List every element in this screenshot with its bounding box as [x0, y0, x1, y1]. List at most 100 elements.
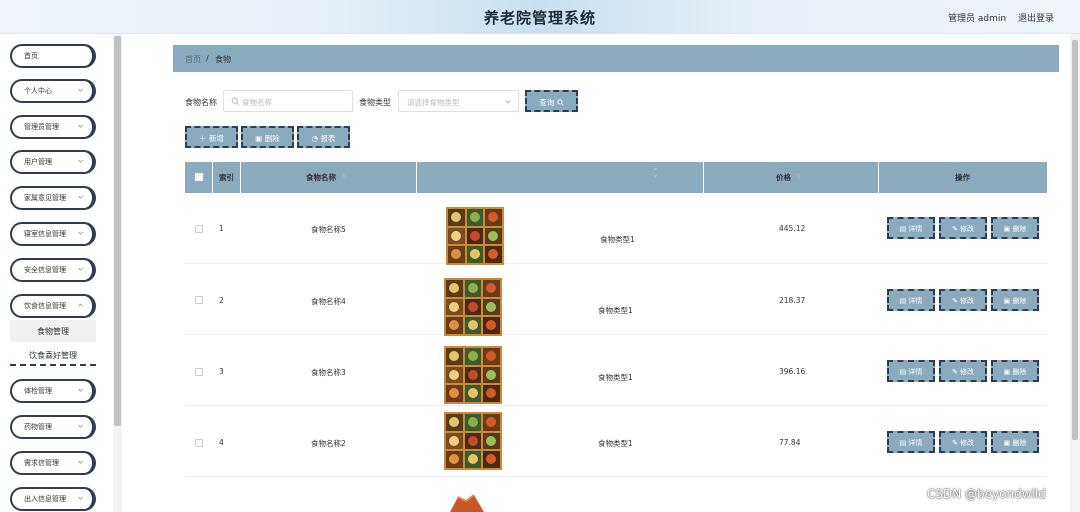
cell-food-type: 食物类型1 [598, 373, 633, 382]
breadcrumb-separator: / [206, 54, 209, 63]
edit-button-label: 修改 [960, 225, 975, 233]
search-icon [231, 97, 240, 106]
detail-button[interactable]: ▤ 详情 [887, 431, 935, 453]
column-divider [416, 162, 417, 193]
sort-icon[interactable]: ⇅ [796, 173, 801, 180]
sidebar-item-home[interactable]: 首页 [10, 44, 96, 68]
cell-food-type: 食物类型1 [600, 235, 635, 244]
cell-price: 218.37 [779, 296, 806, 305]
trash-icon: ▣ [1003, 368, 1011, 376]
sidebar-subitem-diet-preference[interactable]: 饮食喜好管理 [10, 344, 96, 366]
detail-button-label: 详情 [908, 439, 923, 447]
column-divider [878, 162, 879, 193]
add-button[interactable]: ＋ 新增 [185, 126, 238, 148]
row-delete-button-label: 删除 [1012, 439, 1027, 447]
food-name-placeholder: 食物名称 [242, 98, 272, 107]
sidebar-item-medicine[interactable]: 药物管理 [10, 415, 96, 439]
sidebar-subitem-food[interactable]: 食物管理 [10, 320, 96, 342]
page-scrollbar-thumb[interactable] [1072, 40, 1078, 440]
row-checkbox[interactable] [195, 225, 203, 233]
row-checkbox[interactable] [195, 296, 203, 304]
sidebar-item-diet[interactable]: 饮食信息管理 [10, 294, 96, 318]
breadcrumb-home[interactable]: 首页 [185, 54, 201, 65]
chevron-down-icon [78, 496, 83, 500]
table-row[interactable] [185, 477, 1047, 512]
food-image [444, 412, 502, 470]
table-row[interactable]: 1 食物名称5 食物类型1 445.12 ▤ 详情 ✎ 修改 ▣ 删除 [185, 193, 1047, 264]
chevron-down-icon [78, 88, 83, 92]
food-image [450, 494, 484, 512]
plus-icon: ＋ [199, 134, 207, 143]
chevron-down-icon [78, 231, 83, 235]
cell-food-type: 食物类型1 [598, 439, 633, 448]
chevron-down-icon [78, 267, 83, 271]
top-bar: 养老院管理系统 管理员 admin 退出登录 [0, 0, 1080, 34]
trash-icon: ▣ [1003, 225, 1011, 233]
food-type-select[interactable]: 请选择食物类型 [398, 90, 519, 112]
sidebar-item-label: 安全信息管理 [24, 266, 66, 274]
row-delete-button[interactable]: ▣ 删除 [991, 289, 1039, 311]
sidebar-item-checkup[interactable]: 体检管理 [10, 379, 96, 403]
report-button[interactable]: ◔ 报表 [297, 126, 350, 148]
sidebar-item-label: 用户管理 [24, 158, 52, 166]
select-all-checkbox[interactable] [195, 173, 203, 181]
row-checkbox[interactable] [195, 368, 203, 376]
sidebar-item-users[interactable]: 用户管理 [10, 150, 96, 174]
sidebar-item-label: 体检管理 [24, 387, 52, 395]
header-index: 索引 [219, 173, 234, 182]
sidebar-scrollbar-thumb[interactable] [114, 36, 121, 426]
sidebar-item-admin[interactable]: 管理员管理 [10, 115, 96, 139]
cell-food-name: 食物名称4 [311, 297, 346, 306]
edit-icon: ✎ [951, 297, 958, 305]
row-checkbox[interactable] [195, 439, 203, 447]
edit-button-label: 修改 [960, 297, 975, 305]
sidebar-item-label: 饮食信息管理 [24, 302, 66, 310]
sidebar-item-dorm[interactable]: 寝室信息管理 [10, 222, 96, 246]
cell-price: 445.12 [779, 224, 806, 233]
sidebar-item-family-feedback[interactable]: 家属意见管理 [10, 186, 96, 210]
query-button[interactable]: 查询 [525, 90, 578, 112]
food-image [444, 278, 502, 336]
food-type-label: 食物类型 [359, 98, 391, 107]
detail-button-label: 详情 [908, 225, 923, 233]
detail-button[interactable]: ▤ 详情 [887, 360, 935, 382]
chevron-down-icon [78, 195, 83, 199]
sidebar-item-entry-exit[interactable]: 出入信息管理 [10, 487, 96, 511]
sidebar-item-label: 出入信息管理 [24, 495, 66, 503]
sidebar-item-profile[interactable]: 个人中心 [10, 79, 96, 103]
row-delete-button[interactable]: ▣ 删除 [991, 431, 1039, 453]
sort-icon[interactable]: ⇅ [342, 173, 347, 180]
row-delete-button-label: 删除 [1012, 297, 1027, 305]
edit-button[interactable]: ✎ 修改 [939, 431, 987, 453]
edit-button[interactable]: ✎ 修改 [939, 217, 987, 239]
detail-button[interactable]: ▤ 详情 [887, 217, 935, 239]
cell-food-name: 食物名称5 [311, 225, 346, 234]
logout-link[interactable]: 退出登录 [1018, 11, 1054, 24]
row-delete-button[interactable]: ▣ 删除 [991, 360, 1039, 382]
food-name-input[interactable]: 食物名称 [223, 90, 353, 112]
food-name-label: 食物名称 [185, 98, 217, 107]
cell-food-type: 食物类型1 [598, 306, 633, 315]
delete-button-label: 删除 [264, 134, 280, 143]
delete-button[interactable]: ▣ 删除 [241, 126, 294, 148]
sidebar-item-requirement[interactable]: 需求信管理 [10, 451, 96, 475]
chevron-up-icon [78, 303, 83, 307]
sidebar-item-safety[interactable]: 安全信息管理 [10, 258, 96, 282]
row-delete-button[interactable]: ▣ 删除 [991, 217, 1039, 239]
table-row[interactable]: 3 食物名称3 食物类型1 396.16 ▤ 详情 ✎ 修改 ▣ 删除 [185, 335, 1047, 406]
food-type-placeholder: 请选择食物类型 [407, 98, 460, 107]
sort-icon[interactable]: ▴ ▾ [654, 165, 657, 181]
header-price[interactable]: 价格 [776, 172, 791, 183]
column-divider [703, 162, 704, 193]
edit-button[interactable]: ✎ 修改 [939, 360, 987, 382]
column-divider [212, 162, 213, 193]
sidebar-item-label: 药物管理 [24, 423, 52, 431]
chevron-down-icon [78, 388, 83, 392]
row-delete-button-label: 删除 [1012, 225, 1027, 233]
table-row[interactable]: 2 食物名称4 食物类型1 218.37 ▤ 详情 ✎ 修改 ▣ 删除 [185, 264, 1047, 335]
detail-button[interactable]: ▤ 详情 [887, 289, 935, 311]
header-food-name[interactable]: 食物名称 [306, 172, 336, 183]
table-row[interactable]: 4 食物名称2 食物类型1 77.84 ▤ 详情 ✎ 修改 ▣ 删除 [185, 406, 1047, 477]
cell-food-name: 食物名称2 [311, 439, 346, 448]
edit-button[interactable]: ✎ 修改 [939, 289, 987, 311]
